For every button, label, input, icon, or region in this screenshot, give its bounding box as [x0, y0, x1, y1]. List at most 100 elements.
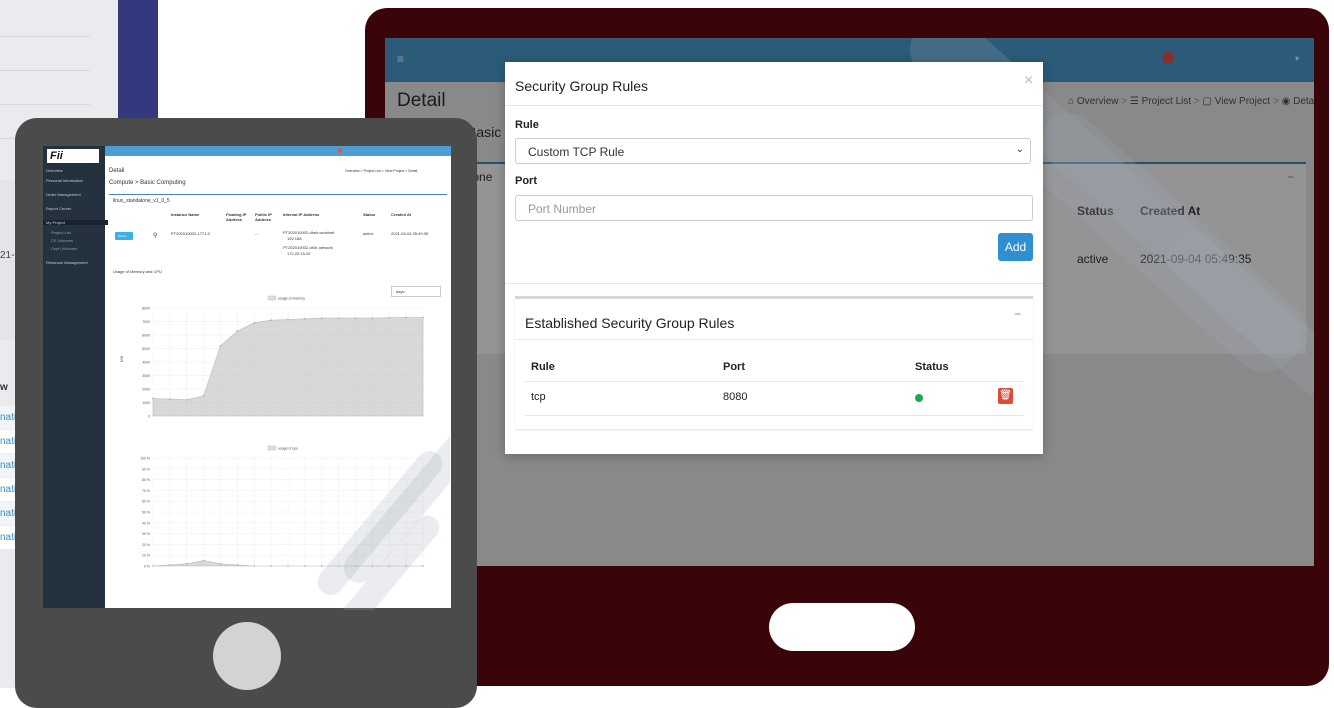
data-point: [185, 399, 188, 401]
td-internal-1: PT202010002-dhsh-workinet: [283, 230, 335, 235]
y-tick-label: 60 %: [142, 500, 150, 504]
decor-stripes-tablet: [300, 420, 450, 610]
y-tick-label: 10 %: [142, 554, 150, 558]
rule-select[interactable]: Custom TCP Rule ⌄: [515, 138, 1031, 164]
delete-icon[interactable]: 🗑: [998, 388, 1013, 404]
data-point: [388, 316, 391, 319]
data-point: [304, 318, 306, 320]
sidebar-item[interactable]: Order Management: [46, 192, 81, 197]
left-header-partial: w: [0, 382, 8, 393]
col-status: Status: [915, 361, 949, 373]
data-point: [253, 565, 256, 567]
y-tick-label: 5000: [142, 347, 150, 351]
tablet-home-button: [213, 622, 281, 690]
sidebar-item[interactable]: Overview: [46, 168, 63, 173]
close-icon[interactable]: ×: [1024, 72, 1033, 90]
legend-swatch: [267, 295, 277, 301]
y-tick-label: 0: [148, 415, 150, 419]
data-point: [169, 398, 171, 400]
y-tick-label: 20 %: [142, 543, 150, 547]
y-tick-label: 40 %: [142, 521, 150, 525]
y-tick-label: 7000: [142, 320, 150, 324]
data-point: [219, 345, 222, 347]
data-point: [287, 565, 289, 567]
y-tick-label: 80 %: [142, 478, 150, 482]
th-status: Status: [363, 212, 376, 217]
sidebar-item[interactable]: Ceph Volumes: [51, 246, 77, 251]
col-port: Port: [723, 361, 745, 373]
y-tick-label: 2000: [142, 388, 150, 392]
y-tick-label: 0 %: [144, 565, 150, 569]
td-internal-1-ip: 192.168: [287, 236, 302, 241]
td-status: active: [363, 231, 374, 236]
monitor-pill: [769, 603, 915, 651]
data-point: [253, 322, 256, 324]
data-point: [337, 317, 340, 319]
established-rules-card: Established Security Group Rules − Rule …: [515, 296, 1033, 429]
modal-title: Security Group Rules: [515, 78, 649, 94]
y-tick-label: 4000: [142, 361, 150, 365]
add-button[interactable]: Add: [998, 233, 1033, 261]
td-created: 2021-09-04 05:49:35: [391, 231, 429, 236]
logo: Fii: [47, 149, 99, 163]
y-tick-label: 30 %: [142, 532, 150, 536]
series-area: [152, 317, 424, 417]
y-tick-label: 8000: [142, 307, 150, 311]
data-point: [169, 564, 171, 566]
data-point: [202, 559, 205, 562]
y-tick-label: 3000: [142, 374, 150, 378]
data-point: [236, 330, 239, 332]
sidebar-item[interactable]: Report Center: [46, 206, 71, 211]
port-input[interactable]: Port Number: [515, 195, 1033, 221]
action-button[interactable]: Action: [115, 232, 133, 240]
sidebar-item[interactable]: Resource Management: [46, 260, 88, 265]
th-created: Created At: [391, 212, 412, 217]
data-point: [152, 565, 154, 567]
data-point: [287, 318, 289, 321]
data-point: [320, 317, 323, 319]
data-point: [152, 397, 154, 400]
rule-select-value: Custom TCP Rule: [528, 145, 625, 159]
legend-label: usage of cpu: [278, 447, 298, 451]
y-tick-label: 90 %: [142, 467, 150, 471]
usage-title: Usage of Memory and CPU: [113, 269, 162, 274]
tablet-subtitle: Compute > Basic Computing: [109, 180, 186, 186]
tablet-title: Detail: [109, 168, 125, 174]
data-point: [270, 565, 272, 567]
tablet-navbar: [105, 146, 451, 156]
legend-swatch: [267, 445, 277, 451]
rule-label: Rule: [515, 119, 539, 131]
data-point: [202, 394, 205, 397]
y-axis-label: MiB: [120, 355, 124, 362]
y-tick-label: 70 %: [142, 489, 150, 493]
tablet-sidebar: Fii Overview Personal Information Order Ma…: [43, 146, 108, 608]
search-icon[interactable]: ⚲: [153, 232, 157, 239]
status-active-dot: [915, 394, 923, 402]
td-internal-2: PT202010002-dh3r-network: [283, 245, 333, 250]
data-point: [405, 316, 407, 319]
tablet-instance: linux_standalone_v1_0_5: [113, 198, 170, 204]
data-point: [422, 316, 424, 319]
sidebar-item[interactable]: Project List: [51, 230, 71, 235]
data-point: [185, 563, 188, 565]
td-floating: --: [255, 231, 258, 236]
sidebar-item[interactable]: Personal Information: [46, 178, 83, 183]
collapse-icon[interactable]: −: [1014, 307, 1021, 321]
th-name: Instance Name: [171, 212, 200, 217]
td-internal-2-ip: 172.20.15.20: [287, 251, 311, 256]
th-public: Public IP Address: [255, 212, 272, 222]
sidebar-item[interactable]: My Project: [43, 220, 108, 225]
bell-icon[interactable]: [338, 148, 342, 153]
data-point: [371, 317, 374, 319]
y-tick-label: 100 %: [140, 457, 150, 461]
y-tick-label: 1000: [142, 401, 150, 405]
data-point: [354, 317, 357, 319]
port-label: Port: [515, 175, 537, 187]
chevron-down-icon: ⌄: [1015, 144, 1024, 155]
sidebar-item[interactable]: CE Volumes: [51, 238, 73, 243]
security-group-modal: Security Group Rules × Rule Custom TCP R…: [505, 62, 1043, 454]
established-title: Established Security Group Rules: [525, 315, 735, 331]
th-internal: Internal IP Address: [283, 212, 320, 217]
td-name: PT202010002-1771-0: [171, 231, 210, 236]
y-tick-label: 6000: [142, 334, 150, 338]
